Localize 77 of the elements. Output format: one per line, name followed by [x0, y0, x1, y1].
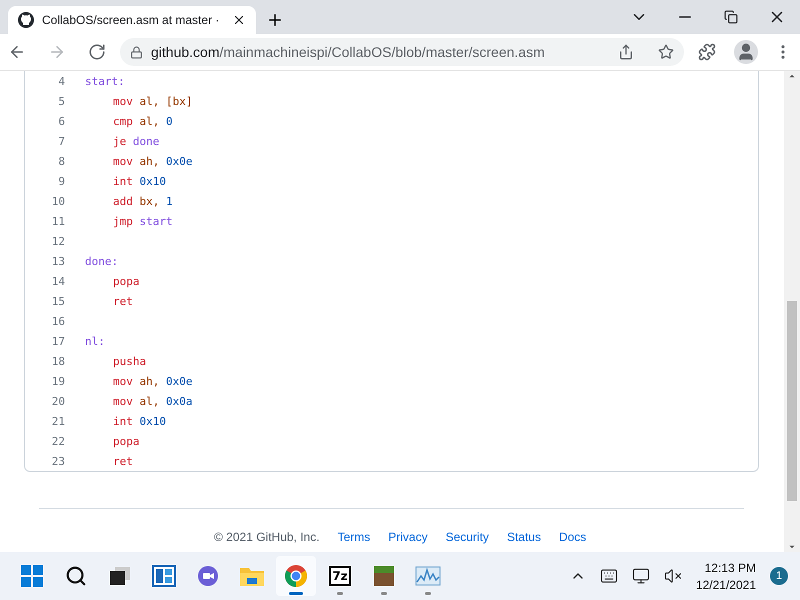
volume-muted-icon[interactable]	[664, 567, 682, 585]
line-number: 8	[57, 154, 66, 168]
line-number: 9	[57, 174, 66, 188]
line-number: 19	[50, 374, 66, 388]
windows-logo-icon	[21, 565, 43, 587]
code-line: int 0x10	[112, 414, 166, 428]
back-icon[interactable]	[8, 43, 26, 61]
star-icon[interactable]	[658, 44, 674, 60]
clock[interactable]: 12:13 PM 12/21/2021	[696, 560, 756, 592]
line-number: 20	[50, 394, 66, 408]
url-text: github.com/mainmachineispi/CollabOS/blob/master/screen.asm	[151, 44, 545, 60]
line-number: 4	[57, 74, 66, 88]
line-number: 5	[57, 94, 66, 108]
restore-icon[interactable]	[724, 10, 738, 24]
code-line: cmp al, 0	[112, 114, 173, 128]
widgets-icon	[152, 565, 176, 587]
footer-link[interactable]: Status	[506, 529, 541, 545]
code-line: done:	[85, 254, 118, 268]
search-icon	[65, 565, 87, 587]
line-number: 21	[50, 414, 66, 428]
code-line: nl:	[85, 334, 105, 348]
close-tab-icon[interactable]	[232, 13, 246, 27]
new-tab-icon[interactable]	[266, 11, 284, 29]
code-line: je done	[112, 134, 160, 148]
code-line: jmp start	[112, 214, 173, 228]
code-line: popa	[112, 434, 140, 448]
lock-icon	[130, 46, 143, 58]
chat-icon	[197, 565, 219, 587]
line-number: 10	[50, 194, 66, 208]
line-number: 15	[50, 294, 66, 308]
footer-link[interactable]: Privacy	[388, 529, 428, 545]
line-number: 14	[50, 274, 66, 288]
keyboard-icon[interactable]	[600, 567, 618, 585]
extensions-icon[interactable]	[698, 43, 716, 61]
share-icon[interactable]	[618, 44, 634, 60]
line-number: 11	[50, 214, 66, 228]
profile-avatar-icon[interactable]	[734, 40, 758, 64]
address-bar[interactable]: github.com/mainmachineispi/CollabOS/blob/master/screen.asm	[120, 38, 684, 66]
task-view-icon	[109, 566, 131, 586]
tab-title: CollabOS/screen.asm at master ·	[42, 13, 220, 27]
performance-graph-icon	[415, 566, 441, 586]
browser-tab[interactable]: CollabOS/screen.asm at master ·	[8, 6, 256, 34]
copyright-text: © 2021 GitHub, Inc.	[214, 529, 320, 545]
network-icon[interactable]	[632, 567, 650, 585]
code-line: popa	[112, 274, 140, 288]
code-line: start:	[85, 74, 125, 88]
line-number: 17	[50, 334, 66, 348]
code-line: mov al, 0x0a	[112, 394, 192, 408]
scrollbar-thumb[interactable]	[787, 301, 797, 501]
line-number: 22	[50, 434, 66, 448]
reload-icon[interactable]	[88, 43, 106, 61]
grass-block-icon	[373, 565, 395, 587]
code-line: ret	[112, 294, 133, 308]
folder-icon	[239, 565, 265, 587]
line-number: 23	[50, 454, 66, 468]
line-number: 16	[50, 314, 66, 328]
code-line: int 0x10	[112, 174, 166, 188]
code-line: pusha	[112, 354, 146, 368]
line-number: 12	[50, 234, 66, 248]
code-line: mov al, [bx]	[112, 94, 192, 108]
line-number: 13	[50, 254, 66, 268]
archive-app-icon: 7z	[329, 566, 351, 586]
line-number: 18	[50, 354, 66, 368]
notification-badge[interactable]: 1	[770, 567, 788, 585]
footer-link[interactable]: Security	[446, 529, 489, 545]
line-number: 7	[57, 134, 66, 148]
taskbar-app-button[interactable]: 7z	[320, 556, 360, 596]
scrollbar[interactable]	[784, 71, 800, 552]
footer-link[interactable]: Docs	[558, 529, 586, 545]
code-line: add bx, 1	[112, 194, 173, 208]
chrome-icon	[284, 564, 308, 588]
code-line: mov ah, 0x0e	[112, 374, 192, 388]
line-number: 6	[57, 114, 66, 128]
github-logo-icon	[18, 12, 34, 28]
code-line: mov ah, 0x0e	[112, 154, 192, 168]
code-line: ret	[112, 454, 133, 468]
footer-link[interactable]: Terms	[338, 529, 370, 545]
